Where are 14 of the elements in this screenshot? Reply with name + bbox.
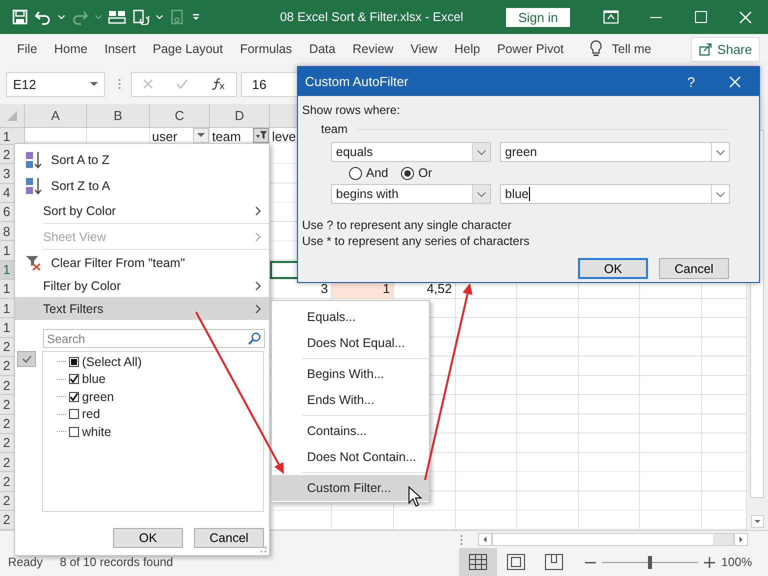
field-label: team	[321, 122, 348, 136]
status-text: Ready	[8, 555, 43, 569]
table-cell-text: team	[211, 129, 241, 144]
table-cell-text: 4,52	[426, 280, 453, 298]
dialog-title: Custom AutoFilter	[305, 74, 408, 89]
window-title: 08 Excel Sort & Filter.xlsx - Excel	[278, 10, 464, 24]
zoom-level: 100%	[721, 555, 752, 569]
record-count: 8 of 10 records found	[60, 555, 174, 569]
table-cell-text: 3	[320, 280, 329, 298]
hint-text: Use * to represent any series of characters	[302, 233, 530, 249]
prompt-text: Show rows where:	[302, 103, 402, 117]
table-cell-text: leve	[271, 129, 296, 144]
hint-text: Use ? to represent any single character	[302, 217, 512, 233]
table-cell-text: user	[151, 129, 178, 144]
